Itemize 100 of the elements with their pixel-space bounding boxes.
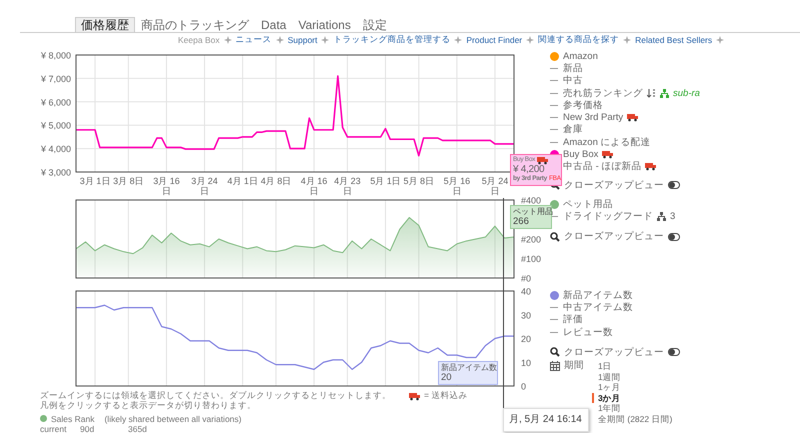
dash-icon[interactable] [550, 104, 558, 106]
period-option[interactable]: 全期間 (2822 日間) [592, 414, 672, 424]
tab[interactable]: Variations [292, 17, 357, 32]
axis-label: 5月 8日 [402, 176, 436, 186]
separator-icon [716, 36, 724, 44]
closeup-label[interactable]: クローズアップビュー [564, 346, 664, 359]
legend-item[interactable]: ペット用品 [563, 198, 613, 211]
date-tooltip: 月, 5月 24 16:14 [503, 408, 589, 432]
axis-label: #0 [521, 274, 532, 284]
axis-label: 4月 8日 [260, 176, 292, 186]
link[interactable]: Support [288, 35, 318, 45]
separator-icon [454, 36, 462, 44]
legend-item[interactable]: New 3rd Party [563, 112, 624, 124]
legend-item[interactable]: 参考価格 [563, 98, 603, 112]
legend-dot[interactable] [550, 200, 559, 209]
dash-icon[interactable] [550, 319, 558, 320]
legend-note: = 送料込み [424, 390, 468, 402]
dash-icon[interactable] [550, 80, 558, 82]
axis-label: 30 [521, 310, 532, 320]
axis-label: #200 [521, 234, 542, 244]
tab[interactable]: 価格履歴 [75, 17, 135, 32]
tooltip-value: 266 [513, 216, 530, 226]
axis-label: 40 [521, 286, 532, 296]
separator-icon [321, 36, 330, 44]
axis-label: 5月 1日 [369, 176, 402, 186]
dash-icon[interactable] [550, 332, 558, 333]
link[interactable]: Product Finder [466, 35, 522, 45]
sub-label[interactable]: sub-ra [673, 88, 700, 99]
search-icon [550, 232, 560, 242]
dash-icon[interactable] [550, 306, 558, 308]
legend-item[interactable]: 中古 [563, 74, 583, 88]
separator-icon [224, 36, 232, 44]
dash-icon[interactable] [550, 129, 558, 130]
legend-item[interactable]: 新品アイテム数 [563, 288, 633, 302]
link[interactable]: 関連する商品を探す [538, 34, 620, 46]
dash-icon[interactable] [550, 142, 558, 143]
legend-item[interactable]: 売れ筋ランキング [563, 86, 643, 100]
hierarchy-icon [660, 88, 669, 98]
hierarchy-icon [657, 212, 666, 221]
column-header: current [40, 424, 68, 433]
legend-item[interactable]: 倉庫 [563, 123, 583, 136]
legend-dot[interactable] [550, 52, 559, 61]
category-label[interactable]: ドライドッグフード [563, 210, 653, 223]
truck-icon [409, 392, 420, 400]
section-label: Sales Rank [51, 414, 94, 424]
separator-icon [276, 36, 284, 44]
legend-item[interactable]: Buy Box [563, 149, 598, 160]
toggle-switch[interactable] [668, 348, 680, 356]
link[interactable]: Related Best Sellers [635, 35, 712, 45]
dash-icon[interactable] [550, 68, 558, 69]
legend-item[interactable]: Amazon による配達 [563, 136, 650, 149]
search-icon [550, 347, 560, 358]
axis-label: ¥ 3,000 [40, 168, 71, 178]
period-label: 期間 [564, 361, 584, 372]
axis-label: ¥ 7,000 [40, 74, 71, 84]
column-header: 90d [80, 424, 96, 433]
axis-label: ¥ 6,000 [40, 97, 71, 108]
axis-label: 3月 24日 [190, 176, 219, 196]
axis-label: #400 [521, 196, 542, 206]
separator-icon [623, 36, 632, 44]
axis-label: 10 [521, 358, 532, 368]
sort-icon [647, 88, 656, 98]
legend-item[interactable]: 中古アイテム数 [563, 300, 633, 314]
axis-label: ¥ 5,000 [40, 120, 71, 131]
axis-label: 4月 16日 [300, 176, 328, 196]
closeup-label[interactable]: クローズアップビュー [564, 178, 664, 192]
legend-dot[interactable] [550, 290, 559, 300]
tab[interactable]: 商品のトラッキング [135, 17, 255, 32]
tab[interactable]: Data [255, 17, 292, 32]
axis-label: 3月 1日 [78, 176, 112, 186]
axis-label: 5月 16日 [442, 176, 472, 196]
legend-item[interactable]: レビュー数 [563, 326, 613, 339]
legend-item[interactable]: 評価 [563, 313, 583, 326]
tooltip-value: ¥ 4,200 [513, 165, 546, 175]
legend-item[interactable]: 中古品 - ほぼ新品 [563, 160, 642, 174]
axis-label: 5月 24日 [480, 176, 510, 196]
count-label: 3 [670, 210, 676, 222]
closeup-label[interactable]: クローズアップビュー [564, 230, 664, 244]
axis-label: 3月 8日 [112, 176, 145, 186]
hint-text: ズームインするには領域を選択してください。ダブルクリックするとリセットします。 [40, 390, 391, 401]
period-option[interactable]: 1ヶ月 [592, 382, 672, 393]
period-option[interactable]: 1年間 [592, 403, 672, 414]
toggle-switch[interactable] [668, 232, 680, 241]
toggle-switch[interactable] [668, 181, 680, 190]
axis-label: 4月 1日 [226, 176, 259, 186]
legend-item[interactable]: Amazon [563, 50, 598, 62]
tooltip-title: 新品アイテム数 [441, 363, 495, 372]
dash-icon[interactable] [550, 117, 558, 118]
period-option[interactable]: 1週間 [592, 372, 672, 382]
link[interactable]: トラッキング商品を管理する [333, 34, 450, 46]
legend-item[interactable]: 新品 [563, 62, 583, 75]
separator-icon [526, 36, 534, 44]
period-option[interactable]: 3か月 [592, 392, 672, 404]
axis-label: 20 [521, 334, 532, 344]
truck-icon [537, 156, 548, 165]
link[interactable]: ニュース [236, 34, 272, 46]
axis-label: ¥ 8,000 [40, 50, 71, 60]
tab[interactable]: 設定 [356, 17, 393, 32]
period-option[interactable]: 1日 [592, 361, 672, 372]
dash-icon[interactable] [550, 92, 558, 94]
